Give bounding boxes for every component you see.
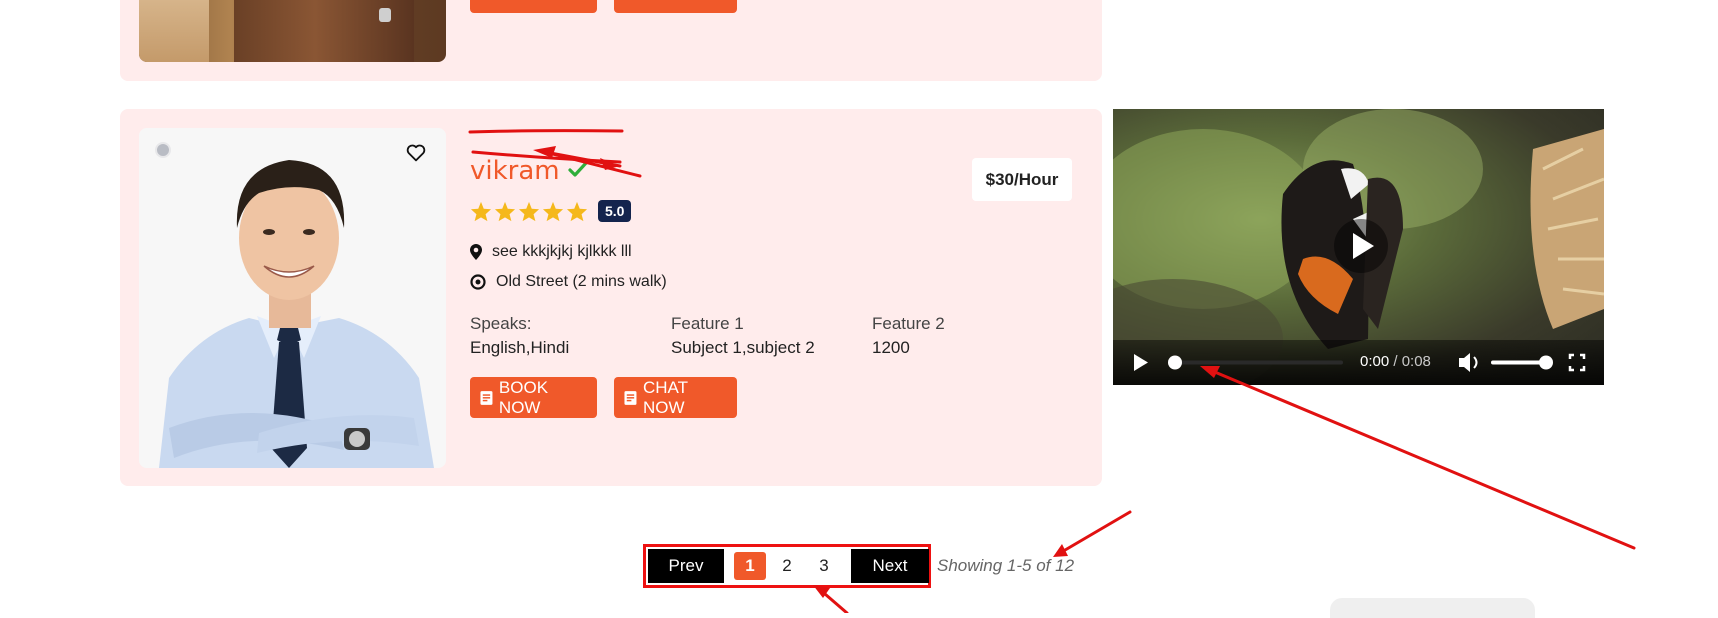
showing-count: Showing 1-5 of 12 bbox=[937, 556, 1075, 575]
tutor-portrait-image bbox=[139, 128, 446, 468]
feature2-value: 1200 bbox=[872, 338, 910, 357]
video-player[interactable]: 0:00 / 0:08 bbox=[1113, 109, 1604, 385]
target-icon bbox=[470, 274, 486, 290]
previous-chat-now-button[interactable] bbox=[614, 0, 737, 13]
previous-book-now-button[interactable] bbox=[470, 0, 597, 13]
annotation-arrow bbox=[823, 592, 849, 613]
favorite-heart-icon[interactable] bbox=[401, 138, 431, 168]
chat-now-label: CHAT NOW bbox=[642, 377, 688, 417]
feature2-block: Feature 2 1200 bbox=[872, 312, 945, 360]
page-1-button[interactable]: 1 bbox=[734, 552, 766, 580]
photo-background bbox=[139, 0, 209, 62]
video-time: 0:00 / 0:08 bbox=[1360, 353, 1431, 370]
book-now-label: BOOK NOW bbox=[498, 377, 549, 417]
photo-watch bbox=[379, 8, 391, 22]
book-now-button[interactable]: BOOK NOW bbox=[470, 377, 597, 418]
map-pin-icon bbox=[470, 244, 482, 260]
annotation-arrow bbox=[1208, 368, 1636, 550]
tutor-name-row: vikram bbox=[470, 156, 588, 186]
book-icon bbox=[480, 390, 493, 405]
feature1-value: Subject 1,subject 2 bbox=[671, 338, 815, 357]
page-3-button[interactable]: 3 bbox=[808, 552, 840, 580]
rating-row: 5.0 bbox=[470, 200, 632, 222]
star-icon bbox=[566, 201, 588, 221]
tutor-photo bbox=[139, 128, 446, 468]
annotation-arrow bbox=[1058, 510, 1132, 555]
page-2-button[interactable]: 2 bbox=[771, 552, 803, 580]
feature1-label: Feature 1 bbox=[671, 314, 744, 333]
fullscreen-icon[interactable] bbox=[1568, 353, 1586, 372]
play-icon[interactable] bbox=[1134, 354, 1148, 371]
star-icon bbox=[542, 201, 564, 221]
star-icon bbox=[470, 201, 492, 221]
rating-badge: 5.0 bbox=[598, 200, 632, 222]
landmark-row: Old Street (2 mins walk) bbox=[470, 273, 667, 291]
seek-handle[interactable] bbox=[1168, 355, 1182, 370]
star-icon bbox=[518, 201, 540, 221]
star-rating bbox=[470, 201, 588, 222]
bottom-right-widget bbox=[1330, 598, 1535, 618]
speaks-block: Speaks: English,Hindi bbox=[470, 312, 569, 360]
tutor-landmark: Old Street (2 mins walk) bbox=[496, 273, 667, 290]
next-page-button[interactable]: Next bbox=[851, 549, 929, 583]
video-controls: 0:00 / 0:08 bbox=[1113, 340, 1604, 385]
current-time: 0:00 bbox=[1360, 353, 1390, 370]
price-tag: $30/Hour bbox=[972, 158, 1072, 201]
previous-tutor-photo bbox=[139, 0, 446, 62]
book-icon bbox=[624, 390, 637, 405]
speaks-value: English,Hindi bbox=[470, 338, 570, 357]
volume-handle[interactable] bbox=[1539, 355, 1553, 370]
feature2-label: Feature 2 bbox=[872, 314, 945, 333]
online-status-dot bbox=[155, 142, 171, 158]
duration: / 0:08 bbox=[1393, 353, 1431, 370]
volume-icon[interactable] bbox=[1459, 353, 1470, 372]
seek-bar-track[interactable] bbox=[1173, 360, 1343, 365]
feature1-block: Feature 1 Subject 1,subject 2 bbox=[671, 312, 815, 360]
address-row: see kkkjkjkj kjlkkk lll bbox=[470, 243, 632, 261]
prev-page-button[interactable]: Prev bbox=[648, 549, 724, 583]
star-icon bbox=[494, 201, 516, 221]
tutor-address: see kkkjkjkj kjlkkk lll bbox=[492, 243, 632, 260]
pagination: Prev 1 2 3 Next bbox=[643, 544, 931, 588]
verified-check-icon bbox=[568, 160, 588, 183]
chat-now-button[interactable]: CHAT NOW bbox=[614, 377, 737, 418]
speaks-label: Speaks: bbox=[470, 314, 532, 333]
tutor-name[interactable]: vikram bbox=[470, 156, 560, 186]
